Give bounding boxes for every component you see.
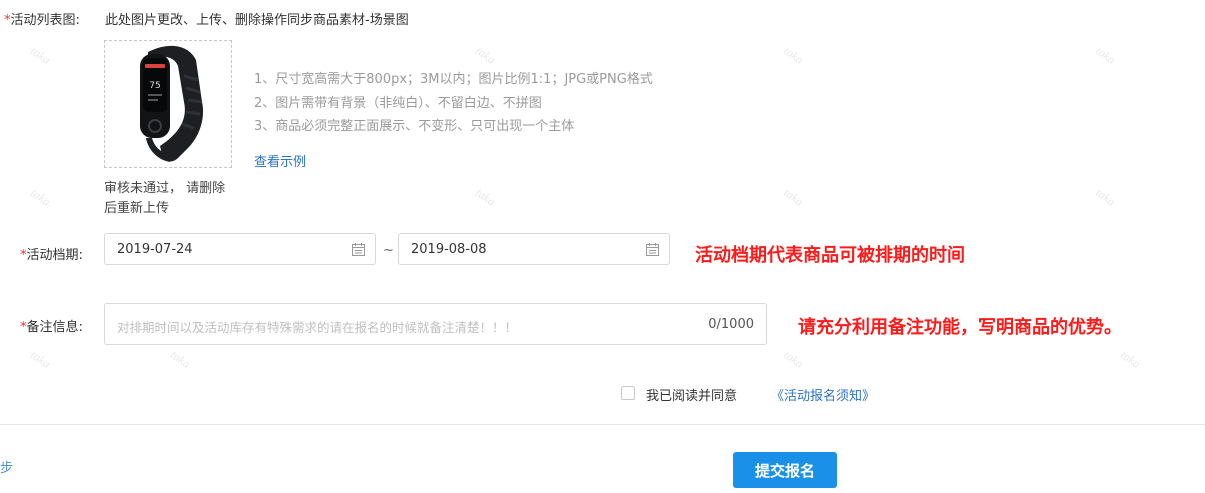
divider [0, 424, 1205, 425]
remark-label-text: 备注信息: [26, 320, 83, 335]
watermark: taka [28, 185, 54, 209]
schedule-label-text: 活动档期: [26, 248, 83, 263]
remark-input[interactable]: 对排期时间以及活动库存有特殊需求的请在报名的时候就备注清楚！！！ 0/1000 [104, 303, 767, 345]
review-status-message: 审核未通过， 请删除后重新上传 [104, 181, 226, 216]
watermark: taka [781, 347, 807, 371]
band-screen-text: 75 [149, 81, 160, 91]
remark-char-counter: 0/1000 [708, 317, 754, 332]
requirement-item: 2、图片需带有背景（非纯白）、不留白边、不拼图 [254, 95, 542, 111]
requirement-item: 1、尺寸宽高需大于800px；3M以内；图片比例1:1；JPG或PNG格式 [254, 72, 653, 87]
list-image-label: *活动列表图: [4, 9, 80, 28]
list-image-label-text: 活动列表图: [10, 13, 80, 28]
image-requirements: 1、尺寸宽高需大于800px；3M以内；图片比例1:1；JPG或PNG格式 2、… [254, 68, 653, 139]
requirement-item: 3、商品必须完整正面展示、不变形、只可出现一个主体 [254, 119, 575, 134]
watermark: taka [1093, 185, 1119, 209]
product-image-upload[interactable]: 75 [104, 40, 232, 168]
remark-label: *备注信息: [20, 316, 83, 335]
fitness-band-image: 75 [140, 45, 204, 162]
end-date-value: 2019-08-08 [411, 242, 487, 257]
start-date-picker[interactable]: 2019-07-24 [104, 233, 376, 265]
watermark: taka [1118, 347, 1144, 371]
calendar-icon [352, 243, 365, 256]
view-example-link[interactable]: 查看示例 [254, 151, 306, 170]
watermark: taka [28, 347, 54, 371]
remark-annotation: 请充分利用备注功能，写明商品的优势。 [798, 317, 1122, 338]
list-image-hint: 此处图片更改、上传、删除操作同步商品素材-场景图 [105, 13, 409, 28]
previous-step-link[interactable]: 步 [0, 457, 13, 476]
schedule-annotation: 活动档期代表商品可被排期的时间 [695, 245, 965, 266]
watermark: taka [473, 185, 499, 209]
watermark: taka [1093, 43, 1119, 67]
agreement-checkbox[interactable] [621, 386, 635, 400]
watermark: taka [781, 185, 807, 209]
end-date-picker[interactable]: 2019-08-08 [398, 233, 670, 265]
watermark: taka [168, 347, 194, 371]
calendar-icon [646, 243, 659, 256]
watermark: taka [28, 43, 54, 67]
agreement-text: 我已阅读并同意 [646, 389, 738, 404]
start-date-value: 2019-07-24 [117, 242, 193, 257]
schedule-label: *活动档期: [20, 244, 83, 263]
watermark: taka [781, 43, 807, 67]
watermark: taka [473, 43, 499, 67]
agreement-terms-link[interactable]: 《活动报名须知》 [771, 385, 875, 404]
remark-placeholder: 对排期时间以及活动库存有特殊需求的请在报名的时候就备注清楚！！！ [117, 320, 518, 335]
submit-registration-button[interactable]: 提交报名 [733, 452, 837, 488]
date-range-separator: ~ [383, 243, 394, 258]
